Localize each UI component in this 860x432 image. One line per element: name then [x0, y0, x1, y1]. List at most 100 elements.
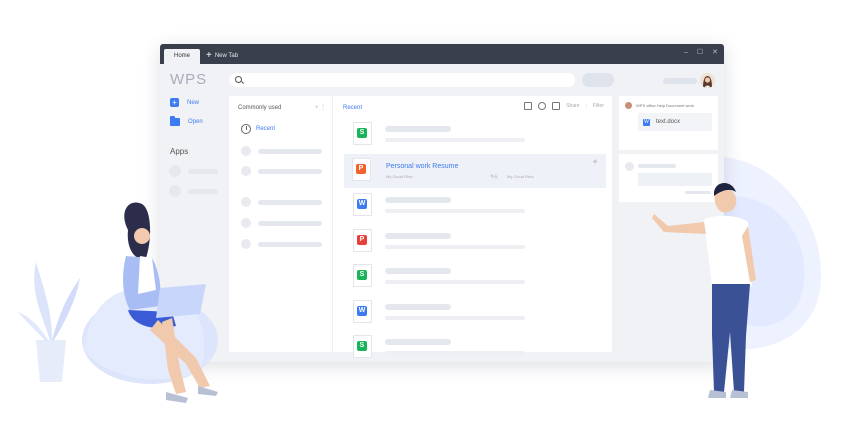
item-label-placeholder: [258, 168, 322, 174]
filter-button[interactable]: Filter: [593, 103, 604, 109]
item-icon: [241, 239, 251, 249]
commonly-used-recent[interactable]: Recent: [241, 124, 275, 134]
close-button[interactable]: ✕: [712, 48, 718, 58]
file-meta-placeholder: [385, 351, 525, 355]
tab-home[interactable]: Home: [164, 49, 200, 64]
app-icon: [169, 165, 181, 177]
sidebar-item-open[interactable]: Open: [170, 116, 203, 126]
file-row[interactable]: S: [345, 118, 607, 152]
file-name-placeholder: [385, 339, 451, 345]
item-label-placeholder: [258, 199, 322, 205]
wps-logo: WPS: [170, 71, 208, 88]
trash-icon[interactable]: [524, 102, 533, 110]
file-row[interactable]: S: [345, 260, 607, 294]
window-controls: – ☐ ✕: [684, 48, 718, 58]
list-item[interactable]: [241, 218, 322, 228]
minimize-button[interactable]: –: [684, 48, 688, 58]
file-type-badge: P: [357, 234, 367, 245]
notification-card: WPS office Help Document work W text.doc…: [619, 96, 718, 150]
title-bar: Home + New Tab – ☐ ✕: [160, 44, 724, 64]
file-name: Personal work Resume: [386, 162, 459, 170]
item-icon: [241, 218, 251, 228]
file-meta-placeholder: [385, 280, 525, 284]
file-meta-placeholder: [385, 315, 525, 320]
placeholder-footer: [685, 191, 711, 194]
file-icon: P: [353, 228, 372, 252]
notification-header: WPS office Help Document work: [625, 102, 694, 109]
app-label-placeholder: [188, 188, 218, 194]
toolbar-divider: |: [585, 103, 587, 109]
file-meta-placeholder: [385, 209, 525, 213]
file-name-placeholder: [385, 303, 451, 310]
list-item[interactable]: [241, 197, 322, 207]
item-icon: [241, 166, 251, 176]
refresh-icon[interactable]: [538, 102, 547, 110]
file-type-badge: S: [357, 341, 367, 351]
placeholder-body: [638, 173, 712, 186]
app-item[interactable]: [169, 165, 218, 177]
file-row[interactable]: P: [345, 225, 607, 259]
commonly-used-title: Commonly used: [238, 105, 282, 111]
clock-icon: [241, 124, 251, 134]
shared-document[interactable]: W text.docx: [638, 113, 712, 131]
file-type-badge: P: [356, 163, 366, 174]
commonly-used-actions[interactable]: + ⋮: [315, 104, 326, 111]
item-icon: [241, 146, 251, 156]
word-doc-icon: W: [643, 118, 650, 126]
share-button[interactable]: Share: [566, 103, 579, 109]
file-location: My Cloud Files: [386, 173, 413, 179]
list-item[interactable]: [241, 239, 322, 249]
file-row[interactable]: W: [345, 189, 607, 223]
file-name-placeholder: [385, 126, 451, 132]
shared-document-name: text.docx: [656, 119, 681, 125]
maximize-button[interactable]: ☐: [697, 48, 703, 58]
search-input[interactable]: [229, 73, 575, 87]
pin-icon[interactable]: ✧: [592, 158, 598, 166]
recent-title: Recent: [343, 105, 363, 111]
file-row[interactable]: P Personal work Resume My Cloud Files 今天 My …: [344, 153, 606, 188]
file-icon: W: [353, 299, 372, 323]
app-label-placeholder: [188, 168, 218, 174]
avatar[interactable]: [700, 73, 715, 88]
sidebar-item-new-label: New: [187, 99, 200, 106]
file-name-placeholder: [385, 197, 451, 203]
app-item[interactable]: [169, 185, 218, 197]
file-type-badge: W: [357, 305, 367, 316]
file-row[interactable]: W: [345, 296, 607, 330]
tab-new-tab-label: New Tab: [214, 53, 239, 59]
file-icon: P: [352, 157, 371, 181]
file-meta-placeholder: [385, 138, 525, 142]
list-item[interactable]: [241, 146, 322, 156]
app-icon: [169, 185, 181, 197]
file-type-badge: W: [357, 199, 367, 209]
file-type-badge: S: [357, 128, 367, 138]
placeholder-card: [619, 154, 718, 202]
list-view-icon[interactable]: [552, 102, 561, 110]
user-name-placeholder: [663, 78, 697, 84]
file-icon: S: [353, 122, 372, 145]
sidebar-item-open-label: Open: [188, 119, 203, 125]
file-icon: S: [353, 335, 372, 358]
item-label-placeholder: [258, 220, 322, 226]
new-icon: +: [170, 98, 179, 107]
sender-avatar: [625, 102, 632, 109]
sidebar-item-new[interactable]: + New: [170, 98, 199, 107]
recent-label: Recent: [256, 126, 276, 132]
recent-files-panel: Recent Share | Filter S P Personal work Re…: [332, 96, 612, 358]
folder-icon: [170, 116, 180, 126]
file-name-placeholder: [385, 232, 451, 239]
item-label-placeholder: [258, 241, 322, 247]
wps-window: Home + New Tab – ☐ ✕ WPS + New Open Apps: [160, 44, 724, 362]
apps-heading: Apps: [170, 147, 189, 156]
list-item[interactable]: [241, 166, 322, 176]
file-icon: S: [353, 264, 372, 287]
avatar-image: [700, 73, 715, 88]
tab-new-tab[interactable]: + New Tab: [206, 50, 238, 62]
plus-icon: +: [206, 50, 212, 61]
file-name-placeholder: [385, 268, 451, 274]
file-row[interactable]: S: [345, 331, 607, 362]
item-icon: [241, 197, 251, 207]
commonly-used-panel: Commonly used + ⋮ Recent: [229, 96, 332, 352]
search-button[interactable]: [582, 73, 614, 87]
search-icon: [235, 76, 242, 83]
